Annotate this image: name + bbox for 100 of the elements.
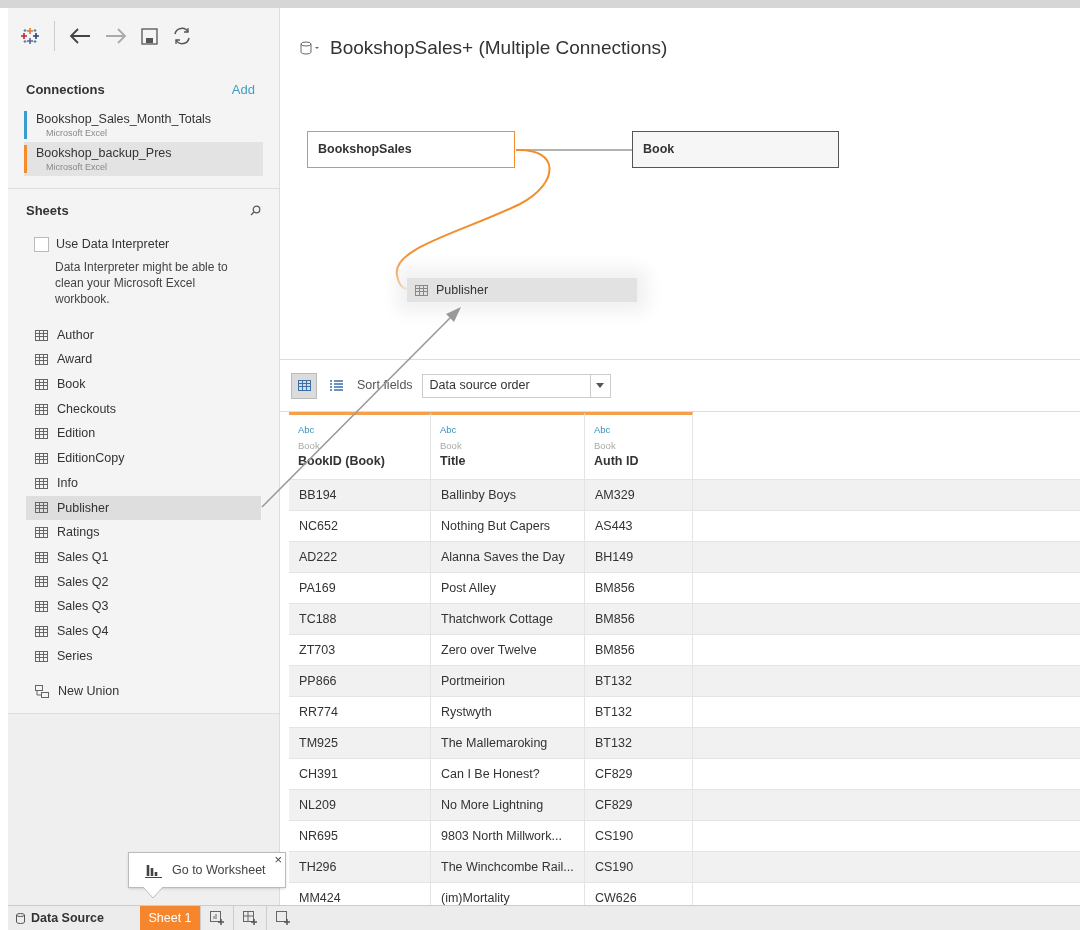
table-icon bbox=[35, 329, 48, 341]
table-cell-text: CF829 bbox=[595, 796, 633, 814]
table-icon bbox=[35, 354, 48, 366]
connection-name: Bookshop_Sales_Month_Totals bbox=[36, 110, 212, 128]
sheet-item[interactable]: Sales Q1 bbox=[26, 544, 261, 570]
field-source: Book bbox=[298, 440, 321, 452]
table-node[interactable]: Book bbox=[632, 131, 839, 168]
sheet-item[interactable]: Sales Q3 bbox=[26, 594, 261, 619]
table-cell-text: 9803 North Millwork... bbox=[441, 827, 562, 845]
connection-item[interactable]: Bookshop_backup_Pres Microsoft Excel bbox=[24, 141, 263, 176]
table-icon bbox=[415, 284, 428, 296]
database-icon bbox=[16, 912, 25, 924]
table-cell-text: RR774 bbox=[299, 703, 338, 721]
table-cell-text: PP866 bbox=[299, 672, 337, 690]
close-button[interactable]: × bbox=[274, 853, 282, 867]
sheet-item[interactable]: Edition bbox=[26, 421, 261, 447]
connection-item[interactable]: Bookshop_Sales_Month_Totals Microsoft Excel bbox=[24, 107, 263, 142]
table-cell-text: AM329 bbox=[595, 486, 635, 504]
table-cell-text: TH296 bbox=[299, 858, 337, 876]
table-cell-text: Can I Be Honest? bbox=[441, 765, 540, 783]
sort-label: Sort fields bbox=[357, 377, 413, 395]
field-name: Auth ID bbox=[594, 453, 640, 469]
refresh-icon[interactable] bbox=[172, 26, 192, 46]
table-cell-text: NC652 bbox=[299, 517, 338, 535]
field-type[interactable]: Abc bbox=[594, 424, 692, 436]
connection-name: Bookshop_backup_Pres bbox=[36, 144, 172, 162]
table-node[interactable]: BookshopSales bbox=[307, 131, 515, 168]
table-cell-text: CF829 bbox=[595, 765, 633, 783]
table-icon bbox=[35, 527, 48, 539]
field-source: Book bbox=[594, 440, 617, 452]
table-cell-text: AS443 bbox=[595, 517, 633, 535]
grid-view-button[interactable] bbox=[291, 372, 317, 399]
field-type[interactable]: Abc bbox=[440, 424, 584, 436]
field-source: Book bbox=[440, 440, 463, 452]
sheet-item[interactable]: EditionCopy bbox=[26, 446, 261, 471]
sheet-item[interactable]: Sales Q2 bbox=[26, 569, 261, 595]
table-cell-text: MM424 bbox=[299, 889, 341, 905]
table-icon bbox=[35, 601, 48, 613]
new-dashboard-icon[interactable] bbox=[242, 911, 258, 925]
new-story-icon[interactable] bbox=[275, 911, 291, 925]
search-icon[interactable] bbox=[250, 204, 261, 216]
database-icon[interactable] bbox=[300, 41, 322, 56]
checkbox[interactable] bbox=[34, 236, 49, 252]
table-cell-text: CS190 bbox=[595, 858, 634, 876]
field-type[interactable]: Abc bbox=[298, 424, 430, 436]
table-cell-text: No More Lightning bbox=[441, 796, 544, 814]
table-cell-text: CS190 bbox=[595, 827, 634, 845]
table-icon bbox=[35, 625, 48, 637]
section-heading: Connections bbox=[26, 81, 105, 99]
save-icon[interactable] bbox=[141, 27, 158, 45]
checkbox-label: Use Data Interpreter bbox=[56, 236, 170, 253]
data-source-title[interactable]: BookshopSales+ (Multiple Connections) bbox=[330, 34, 668, 63]
table-icon bbox=[35, 453, 48, 465]
table-icon bbox=[35, 502, 48, 514]
table-icon bbox=[35, 477, 48, 489]
table-cell-text: BM856 bbox=[595, 579, 635, 597]
table-cell-text: BT132 bbox=[595, 734, 632, 752]
table-cell-text: ZT703 bbox=[299, 641, 336, 659]
new-worksheet-icon[interactable] bbox=[209, 911, 225, 925]
sheet-item[interactable]: Award bbox=[26, 347, 261, 373]
sheet-item[interactable]: Publisher bbox=[26, 495, 261, 521]
table-cell-text: Rystwyth bbox=[441, 703, 492, 721]
table-cell-text: AD222 bbox=[299, 548, 338, 566]
table-icon bbox=[35, 650, 48, 662]
table-cell-text: Nothing But Capers bbox=[441, 517, 551, 535]
table-cell-text: BT132 bbox=[595, 672, 632, 690]
table-cell-text: BM856 bbox=[595, 610, 635, 628]
sheet-item[interactable]: Book bbox=[26, 372, 261, 397]
table-cell-text: NR695 bbox=[299, 827, 338, 845]
caret-icon bbox=[596, 383, 605, 388]
bar-chart-icon bbox=[145, 862, 162, 878]
table-icon bbox=[35, 378, 48, 390]
table-icon bbox=[35, 403, 48, 415]
data-source-tab[interactable]: Data Source bbox=[8, 906, 140, 930]
field-name: Title bbox=[440, 453, 467, 469]
sort-dropdown[interactable]: Data source order bbox=[421, 373, 611, 398]
back-arrow-icon[interactable] bbox=[69, 27, 91, 45]
table-cell-text: CH391 bbox=[299, 765, 338, 783]
sheet-item[interactable]: Info bbox=[26, 470, 261, 496]
sheet-item[interactable]: Series bbox=[26, 643, 261, 669]
section-heading: Sheets bbox=[26, 201, 69, 220]
sheet-item[interactable]: Sales Q4 bbox=[26, 619, 261, 644]
table-cell-text: Zero over Twelve bbox=[441, 641, 537, 659]
sheet-item[interactable]: Checkouts bbox=[26, 396, 261, 422]
sheet-item[interactable]: Author bbox=[26, 322, 261, 348]
table-icon bbox=[35, 551, 48, 563]
table-cell-text: Portmeirion bbox=[441, 672, 505, 690]
sheet-item[interactable]: Ratings bbox=[26, 520, 261, 545]
table-cell-text: NL209 bbox=[299, 796, 336, 814]
table-icon bbox=[297, 380, 311, 391]
table-cell-text: The Mallemaroking bbox=[441, 734, 548, 752]
field-name: BookID (Book) bbox=[298, 453, 386, 469]
table-icon bbox=[35, 576, 48, 588]
table-cell-text: BT132 bbox=[595, 703, 632, 721]
logo-icon[interactable] bbox=[20, 26, 40, 46]
table-icon bbox=[35, 428, 48, 440]
new-union-item[interactable]: New Union bbox=[8, 682, 279, 702]
table-cell-text: CW626 bbox=[595, 889, 637, 905]
table-cell-text: Post Alley bbox=[441, 579, 496, 597]
table-node[interactable]: Publisher bbox=[407, 278, 637, 302]
